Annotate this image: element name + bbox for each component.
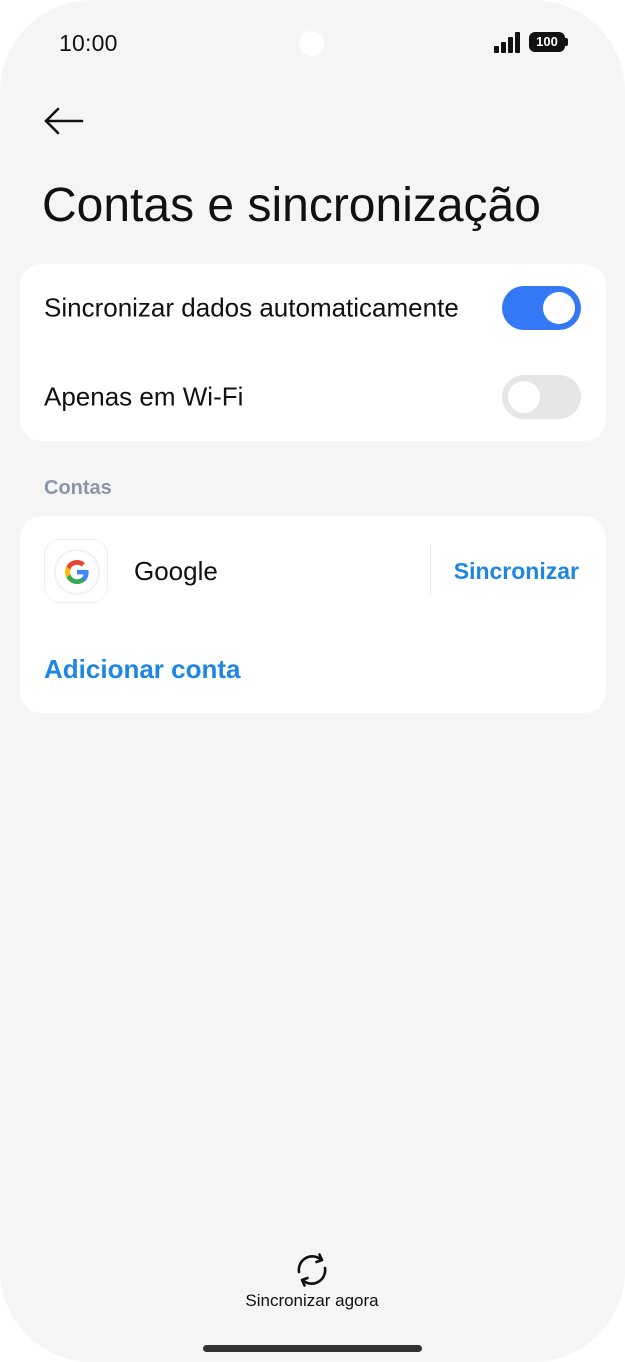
auto-sync-row[interactable]: Sincronizar dados automaticamente [20,264,606,352]
accounts-card: Google Sincronizar Adicionar conta [20,516,606,713]
signal-icon [494,31,522,53]
back-button[interactable] [38,100,88,144]
auto-sync-label: Sincronizar dados automaticamente [44,292,459,323]
status-time: 10:00 [59,30,118,56]
divider [430,544,431,596]
arrow-left-icon [44,107,84,135]
page-title: Contas e sincronização [42,179,541,232]
google-icon [44,539,108,603]
sync-icon [297,1253,327,1287]
account-name: Google [134,556,218,586]
wifi-only-toggle[interactable] [502,375,581,419]
battery-level: 100 [529,32,565,52]
account-row-google[interactable]: Google Sincronizar [20,516,606,626]
battery-icon: 100 [529,32,569,52]
wifi-only-label: Apenas em Wi-Fi [44,381,244,412]
sync-now-label: Sincronizar agora [245,1291,379,1310]
add-account-button[interactable]: Adicionar conta [44,654,240,685]
toggle-knob [543,292,575,324]
toggle-knob [508,381,540,413]
auto-sync-toggle[interactable] [502,286,581,330]
phone-screen: 10:00 100 Contas e sincronização Sincron… [0,0,625,1362]
camera-cutout [299,31,324,56]
home-indicator[interactable] [203,1345,422,1352]
sync-settings-card: Sincronizar dados automaticamente Apenas… [20,264,606,441]
wifi-only-row[interactable]: Apenas em Wi-Fi [20,353,606,441]
accounts-section-header: Contas [44,477,112,499]
sync-now-button[interactable]: Sincronizar agora [212,1247,412,1315]
sync-account-button[interactable]: Sincronizar [454,558,579,585]
